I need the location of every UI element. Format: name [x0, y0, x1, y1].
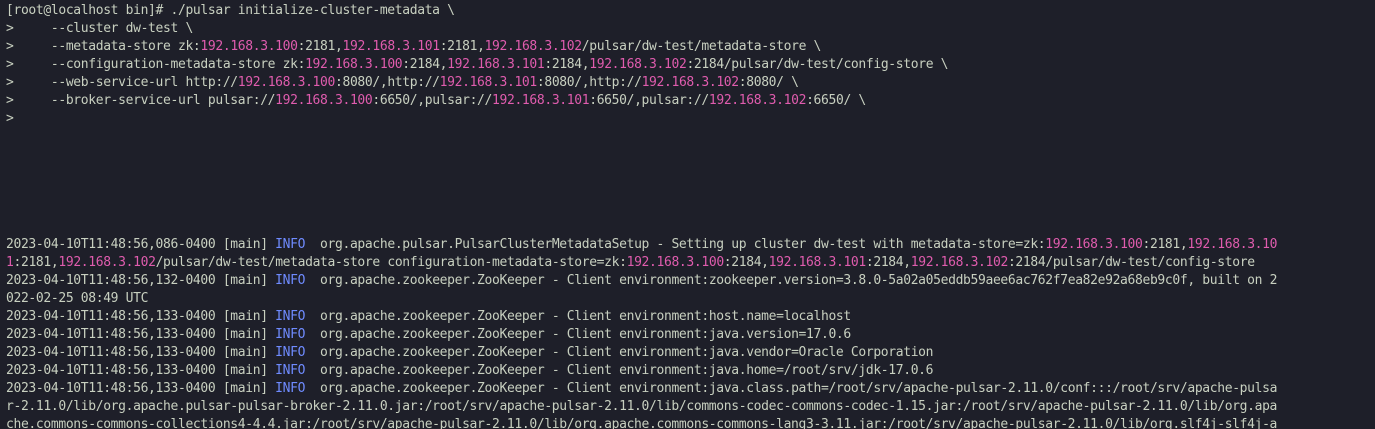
command-line: > --configuration-metadata-store zk:192.…	[6, 56, 1375, 74]
command-line: [root@localhost bin]# ./pulsar initializ…	[6, 2, 1375, 20]
log-level: INFO	[275, 363, 306, 378]
command-line: >	[6, 110, 1375, 128]
line-text: 2023-04-10T11:48:56,133-0400 [main]	[6, 345, 276, 360]
log-level: INFO	[275, 345, 306, 360]
line-text: :2184,	[544, 57, 590, 72]
log-line: che.commons-commons-collections4-4.4.jar…	[6, 416, 1375, 429]
ip-address: 192.168.3.100	[626, 255, 725, 270]
ip-address: 192.168.3.100	[1045, 237, 1143, 252]
terminal-window[interactable]: [root@localhost bin]# ./pulsar initializ…	[0, 0, 1375, 429]
log-line: 2023-04-10T11:48:56,133-0400 [main] INFO…	[6, 380, 1375, 398]
command-line: > --cluster dw-test \	[6, 20, 1375, 38]
log-level: INFO	[275, 237, 306, 252]
command-input-block: [root@localhost bin]# ./pulsar initializ…	[6, 2, 1375, 128]
log-line: 022-02-25 08:49 UTC	[6, 290, 1375, 308]
log-line: 1:2181,192.168.3.102/pulsar/dw-test/meta…	[6, 254, 1375, 272]
line-text: org.apache.zookeeper.ZooKeeper - Client …	[305, 327, 851, 342]
line-text: org.apache.zookeeper.ZooKeeper - Client …	[305, 345, 934, 360]
log-line: 2023-04-10T11:48:56,133-0400 [main] INFO…	[6, 344, 1375, 362]
line-text: 2023-04-10T11:48:56,132-0400 [main]	[6, 273, 276, 288]
ip-address: 192.168.3.102	[641, 75, 740, 90]
line-text: > --broker-service-url pulsar://	[6, 93, 276, 108]
line-text: :2184,	[865, 255, 911, 270]
line-text: :2184/pulsar/dw-test/config-store	[1007, 255, 1255, 270]
ip-address: 192.168.3.100	[275, 93, 373, 108]
line-text: 2023-04-10T11:48:56,086-0400 [main]	[6, 237, 276, 252]
line-text: :2181,	[13, 255, 59, 270]
line-text: r-2.11.0/lib/org.apache.pulsar-pulsar-br…	[6, 399, 1278, 414]
line-text: org.apache.zookeeper.ZooKeeper - Client …	[305, 273, 1278, 288]
line-text: /pulsar/dw-test/metadata-store configura…	[155, 255, 627, 270]
ip-address: 192.168.3.102	[58, 255, 156, 270]
line-text: :2184,	[402, 57, 448, 72]
ip-address: 192.168.3.101	[768, 255, 867, 270]
line-text: :2181,	[439, 39, 485, 54]
line-text: [root@localhost bin]# ./pulsar initializ…	[6, 3, 455, 18]
line-text: org.apache.pulsar.PulsarClusterMetadataS…	[305, 237, 1046, 252]
line-text: > --configuration-metadata-store zk:	[6, 57, 306, 72]
ip-address: 192.168.3.102	[484, 39, 583, 54]
ip-address: 192.168.3.101	[439, 75, 538, 90]
log-line: 2023-04-10T11:48:56,086-0400 [main] INFO…	[6, 236, 1375, 254]
line-text: :2181,	[1142, 237, 1188, 252]
line-text: :2181,	[297, 39, 343, 54]
line-text: 2023-04-10T11:48:56,133-0400 [main]	[6, 363, 276, 378]
log-level: INFO	[275, 273, 306, 288]
command-line: > --metadata-store zk:192.168.3.100:2181…	[6, 38, 1375, 56]
command-line: > --broker-service-url pulsar://192.168.…	[6, 92, 1375, 110]
ip-address: 192.168.3.100	[305, 57, 403, 72]
line-text: 2023-04-10T11:48:56,133-0400 [main]	[6, 381, 276, 396]
ip-address: 192.168.3.101	[492, 93, 590, 108]
line-text: > --metadata-store zk:	[6, 39, 201, 54]
line-text: :8080/,http://	[536, 75, 642, 90]
line-text: > --web-service-url http://	[6, 75, 238, 90]
log-level: INFO	[275, 327, 306, 342]
log-line: r-2.11.0/lib/org.apache.pulsar-pulsar-br…	[6, 398, 1375, 416]
line-text: :8080/ \	[738, 75, 799, 90]
ip-address: 192.168.3.100	[200, 39, 298, 54]
log-line: 2023-04-10T11:48:56,133-0400 [main] INFO…	[6, 308, 1375, 326]
line-text: :6650/,pulsar://	[372, 93, 493, 108]
command-line: > --web-service-url http://192.168.3.100…	[6, 74, 1375, 92]
log-line: 2023-04-10T11:48:56,133-0400 [main] INFO…	[6, 362, 1375, 380]
ip-address: 192.168.3.101	[447, 57, 545, 72]
line-text: org.apache.zookeeper.ZooKeeper - Client …	[305, 381, 1278, 396]
log-line: 2023-04-10T11:48:56,133-0400 [main] INFO…	[6, 326, 1375, 344]
line-text: org.apache.zookeeper.ZooKeeper - Client …	[305, 309, 851, 324]
line-text: :2184,	[723, 255, 769, 270]
ip-address: 192.168.3.10	[1187, 237, 1278, 252]
line-text: 022-02-25 08:49 UTC	[6, 291, 149, 306]
log-level: INFO	[275, 381, 306, 396]
ip-address: 192.168.3.102	[910, 255, 1009, 270]
line-text: :6650/,pulsar://	[589, 93, 709, 108]
ip-address: 192.168.3.100	[237, 75, 336, 90]
line-text: >	[6, 111, 14, 126]
ip-address: 192.168.3.102	[708, 93, 807, 108]
ip-address: 192.168.3.102	[589, 57, 687, 72]
line-text: 2023-04-10T11:48:56,133-0400 [main]	[6, 309, 276, 324]
line-text: :6650/ \	[806, 93, 866, 108]
line-text: :8080/,http://	[334, 75, 440, 90]
line-text: org.apache.zookeeper.ZooKeeper - Client …	[305, 363, 934, 378]
log-level: INFO	[275, 309, 306, 324]
log-line: 2023-04-10T11:48:56,132-0400 [main] INFO…	[6, 272, 1375, 290]
line-text: che.commons-commons-collections4-4.4.jar…	[6, 417, 1278, 429]
line-text: /pulsar/dw-test/metadata-store \	[581, 39, 822, 54]
ip-address: 192.168.3.101	[342, 39, 440, 54]
line-text: 2023-04-10T11:48:56,133-0400 [main]	[6, 327, 276, 342]
line-text: :2184/pulsar/dw-test/config-store \	[686, 57, 949, 72]
line-text: > --cluster dw-test \	[6, 21, 193, 36]
log-output-block: 2023-04-10T11:48:56,086-0400 [main] INFO…	[6, 236, 1375, 429]
